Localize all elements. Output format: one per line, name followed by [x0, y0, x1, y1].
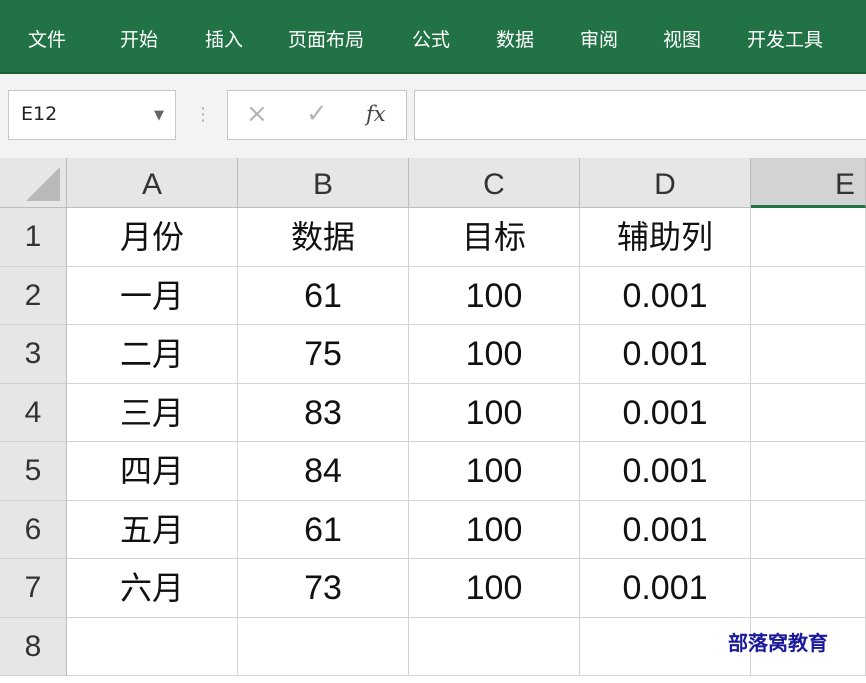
tab-review[interactable]: 审阅: [580, 0, 618, 74]
select-all-triangle-icon: [26, 167, 60, 201]
row-header-2[interactable]: 2: [0, 266, 67, 325]
ribbon-tab-bar: 文件 开始 插入 页面布局 公式 数据 审阅 视图 开发工具: [0, 0, 866, 74]
cell-c3[interactable]: 100: [409, 325, 580, 384]
cell-e3[interactable]: [751, 325, 866, 384]
cell-b3[interactable]: 75: [238, 325, 409, 384]
cell-b1[interactable]: 数据: [238, 208, 409, 267]
worksheet-grid: A B C D E 1 月份 数据 目标 辅助列 2 一月 61 100 0.001 3 二月 75 10…: [0, 158, 866, 683]
cell-e6[interactable]: [751, 500, 866, 559]
select-all-button[interactable]: [0, 158, 67, 208]
cell-d1[interactable]: 辅助列: [580, 208, 751, 267]
formula-input[interactable]: [414, 90, 866, 140]
cell-d7[interactable]: 0.001: [580, 559, 751, 618]
cell-c8[interactable]: [409, 617, 580, 676]
cell-c7[interactable]: 100: [409, 559, 580, 618]
cell-c2[interactable]: 100: [409, 266, 580, 325]
column-header-d[interactable]: D: [580, 158, 751, 208]
column-header-e[interactable]: E: [751, 158, 866, 208]
tab-view[interactable]: 视图: [663, 0, 701, 74]
cell-d5[interactable]: 0.001: [580, 442, 751, 501]
cell-b7[interactable]: 73: [238, 559, 409, 618]
cell-b2[interactable]: 61: [238, 266, 409, 325]
cell-a8[interactable]: [67, 617, 238, 676]
row-header-4[interactable]: 4: [0, 383, 67, 442]
cell-b6[interactable]: 61: [238, 500, 409, 559]
name-box[interactable]: E12 ▼: [8, 90, 176, 140]
row-header-1[interactable]: 1: [0, 208, 67, 267]
enter-icon[interactable]: ✓: [306, 99, 328, 129]
formula-buttons: × ✓ fx: [227, 90, 407, 140]
row-header-3[interactable]: 3: [0, 325, 67, 384]
name-box-value: E12: [21, 103, 58, 125]
row-header-6[interactable]: 6: [0, 500, 67, 559]
insert-function-icon[interactable]: fx: [366, 102, 386, 126]
cell-d2[interactable]: 0.001: [580, 266, 751, 325]
tab-formulas[interactable]: 公式: [412, 0, 450, 74]
cell-b8[interactable]: [238, 617, 409, 676]
cell-e2[interactable]: [751, 266, 866, 325]
tab-insert[interactable]: 插入: [205, 0, 243, 74]
cell-a6[interactable]: 五月: [67, 500, 238, 559]
cell-a3[interactable]: 二月: [67, 325, 238, 384]
chevron-down-icon[interactable]: ▼: [154, 108, 164, 123]
tab-data[interactable]: 数据: [496, 0, 534, 74]
column-header-b[interactable]: B: [238, 158, 409, 208]
drag-handle-icon[interactable]: ⋮: [194, 104, 212, 125]
cell-d4[interactable]: 0.001: [580, 383, 751, 442]
cell-e7[interactable]: [751, 559, 866, 618]
cell-e4[interactable]: [751, 383, 866, 442]
column-header-a[interactable]: A: [67, 158, 238, 208]
cell-d6[interactable]: 0.001: [580, 500, 751, 559]
tab-developer[interactable]: 开发工具: [747, 0, 823, 74]
cell-b4[interactable]: 83: [238, 383, 409, 442]
cell-e5[interactable]: [751, 442, 866, 501]
cell-c1[interactable]: 目标: [409, 208, 580, 267]
tab-home[interactable]: 开始: [120, 0, 158, 74]
cell-d8[interactable]: [580, 617, 751, 676]
tab-page-layout[interactable]: 页面布局: [288, 0, 364, 74]
formula-bar: E12 ▼ ⋮ × ✓ fx: [0, 74, 866, 158]
cell-c6[interactable]: 100: [409, 500, 580, 559]
cell-c5[interactable]: 100: [409, 442, 580, 501]
row-header-8[interactable]: 8: [0, 617, 67, 676]
cell-d3[interactable]: 0.001: [580, 325, 751, 384]
cell-a4[interactable]: 三月: [67, 383, 238, 442]
cell-b5[interactable]: 84: [238, 442, 409, 501]
cell-a5[interactable]: 四月: [67, 442, 238, 501]
cell-a2[interactable]: 一月: [67, 266, 238, 325]
cell-a7[interactable]: 六月: [67, 559, 238, 618]
column-header-c[interactable]: C: [409, 158, 580, 208]
cell-a1[interactable]: 月份: [67, 208, 238, 267]
cancel-icon[interactable]: ×: [246, 99, 268, 129]
cell-e1[interactable]: [751, 208, 866, 267]
watermark: 部落窝教育: [728, 631, 828, 655]
row-header-5[interactable]: 5: [0, 442, 67, 501]
cell-c4[interactable]: 100: [409, 383, 580, 442]
tab-file[interactable]: 文件: [28, 0, 66, 74]
row-header-7[interactable]: 7: [0, 559, 67, 618]
